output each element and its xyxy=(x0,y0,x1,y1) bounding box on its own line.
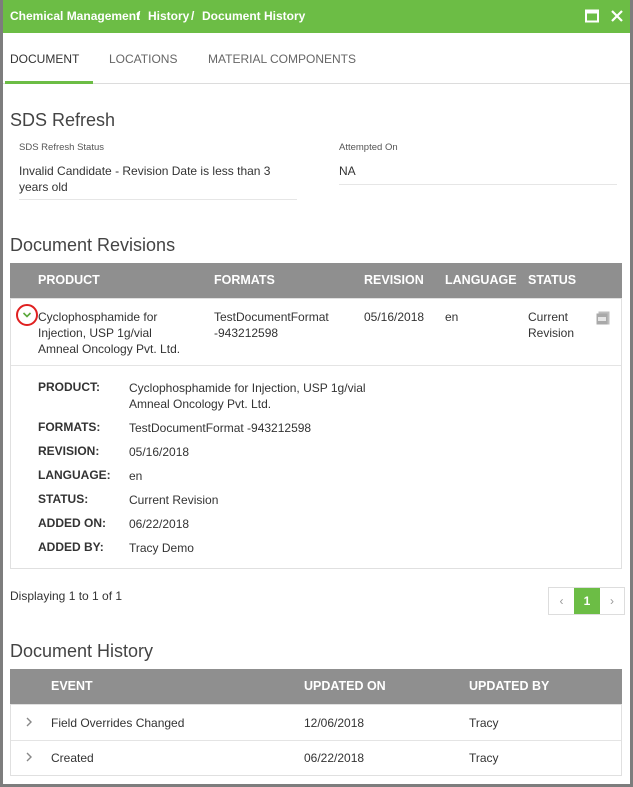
field-underline xyxy=(19,199,297,200)
detail-value-product: Cyclophosphamide for Injection, USP 1g/v… xyxy=(129,380,366,412)
detail-value-revision: 05/16/2018 xyxy=(129,445,190,459)
history-event: Created xyxy=(51,751,94,765)
sds-refresh-status-line: Invalid Candidate - Revision Date is les… xyxy=(19,164,271,178)
history-updated-by: Tracy xyxy=(469,716,499,730)
product-line: Cyclophosphamide for xyxy=(38,310,158,324)
detail-value-added-on: 06/22/2018 xyxy=(129,517,190,531)
revision-language-cell: en xyxy=(445,310,459,324)
field-underline xyxy=(339,184,617,185)
attempted-on-value: NA xyxy=(339,164,356,178)
chevron-right-icon[interactable] xyxy=(25,717,33,727)
breadcrumb-document-history: Document History xyxy=(202,9,306,23)
revision-product-cell: Cyclophosphamide for Injection, USP 1g/v… xyxy=(38,309,180,357)
sds-refresh-heading: SDS Refresh xyxy=(10,110,116,130)
detail-value-formats: TestDocumentFormat -943212598 xyxy=(129,421,312,435)
attempted-on-label: Attempted On xyxy=(339,142,398,153)
detail-label-language: LANGUAGE: xyxy=(38,468,111,482)
history-event: Field Overrides Changed xyxy=(51,716,185,730)
revisions-table-header: PRODUCT FORMATS REVISION LANGUAGE STATUS xyxy=(10,263,622,298)
product-line: Injection, USP 1g/vial xyxy=(38,326,152,340)
document-history-heading: Document History xyxy=(10,641,154,661)
pdf-icon[interactable] xyxy=(595,310,611,331)
sds-refresh-status-value: Invalid Candidate - Revision Date is les… xyxy=(19,163,270,195)
tab-document[interactable]: DOCUMENT xyxy=(10,52,79,66)
page-1-button[interactable]: 1 xyxy=(574,588,600,614)
sds-refresh-status-line: years old xyxy=(19,180,68,194)
revision-status-cell: Current Revision xyxy=(528,309,574,341)
history-updated-on: 12/06/2018 xyxy=(304,716,365,730)
detail-label-revision: REVISION: xyxy=(38,444,100,458)
revision-date-cell: 05/16/2018 xyxy=(364,310,425,324)
column-header-product[interactable]: PRODUCT xyxy=(38,273,100,287)
detail-value-added-by: Tracy Demo xyxy=(129,541,194,555)
tab-bar: DOCUMENT LOCATIONS MATERIAL COMPONENTS xyxy=(3,33,630,84)
revision-formats-cell: TestDocumentFormat -943212598 xyxy=(214,309,329,341)
maximize-icon[interactable] xyxy=(584,8,600,24)
status-line: Revision xyxy=(528,326,575,340)
history-table-header: EVENT UPDATED ON UPDATED BY xyxy=(10,669,622,704)
detail-value-line: Amneal Oncology Pvt. Ltd. xyxy=(129,397,272,411)
breadcrumb-history[interactable]: History xyxy=(148,9,189,23)
status-line: Current xyxy=(528,310,569,324)
detail-label-formats: FORMATS: xyxy=(38,420,101,434)
formats-line: -943212598 xyxy=(214,326,279,340)
expand-row-button[interactable] xyxy=(16,304,38,326)
detail-label-added-by: ADDED BY: xyxy=(38,540,104,554)
column-header-formats[interactable]: FORMATS xyxy=(214,273,275,287)
product-line: Amneal Oncology Pvt. Ltd. xyxy=(38,342,181,356)
detail-label-added-on: ADDED ON: xyxy=(38,516,106,530)
row-divider xyxy=(11,365,621,366)
breadcrumb-separator: / xyxy=(191,9,195,23)
title-bar: Chemical Management / History / Document… xyxy=(3,0,630,33)
sds-refresh-status-label: SDS Refresh Status xyxy=(19,142,105,153)
tab-material-components[interactable]: MATERIAL COMPONENTS xyxy=(208,52,356,66)
chevron-right-icon[interactable] xyxy=(25,752,33,762)
displaying-count: Displaying 1 to 1 of 1 xyxy=(10,589,123,603)
document-history-window: Chemical Management / History / Document… xyxy=(0,0,633,787)
detail-label-status: STATUS: xyxy=(38,492,89,506)
close-icon[interactable] xyxy=(609,8,625,24)
detail-value-language: en xyxy=(129,469,143,483)
column-header-updated-on[interactable]: UPDATED ON xyxy=(304,679,386,693)
column-header-updated-by[interactable]: UPDATED BY xyxy=(469,679,549,693)
detail-value-line: Cyclophosphamide for Injection, USP 1g/v… xyxy=(129,381,366,395)
breadcrumb-chemical-management[interactable]: Chemical Management xyxy=(10,9,140,23)
detail-label-product: PRODUCT: xyxy=(38,380,100,394)
pagination: ‹ 1 › xyxy=(548,587,625,615)
prev-page-button[interactable]: ‹ xyxy=(549,588,574,614)
formats-line: TestDocumentFormat xyxy=(214,310,329,324)
history-updated-by: Tracy xyxy=(469,751,499,765)
document-revisions-heading: Document Revisions xyxy=(10,235,176,255)
breadcrumb-separator: / xyxy=(137,9,141,23)
detail-value-status: Current Revision xyxy=(129,493,219,507)
column-header-status[interactable]: STATUS xyxy=(528,273,576,287)
active-tab-indicator xyxy=(5,81,93,84)
row-divider xyxy=(11,740,621,741)
history-updated-on: 06/22/2018 xyxy=(304,751,365,765)
column-header-language[interactable]: LANGUAGE xyxy=(445,273,517,287)
tab-locations[interactable]: LOCATIONS xyxy=(109,52,177,66)
column-header-event[interactable]: EVENT xyxy=(51,679,93,693)
column-header-revision[interactable]: REVISION xyxy=(364,273,424,287)
next-page-button[interactable]: › xyxy=(600,588,624,614)
chevron-down-icon xyxy=(22,312,32,318)
